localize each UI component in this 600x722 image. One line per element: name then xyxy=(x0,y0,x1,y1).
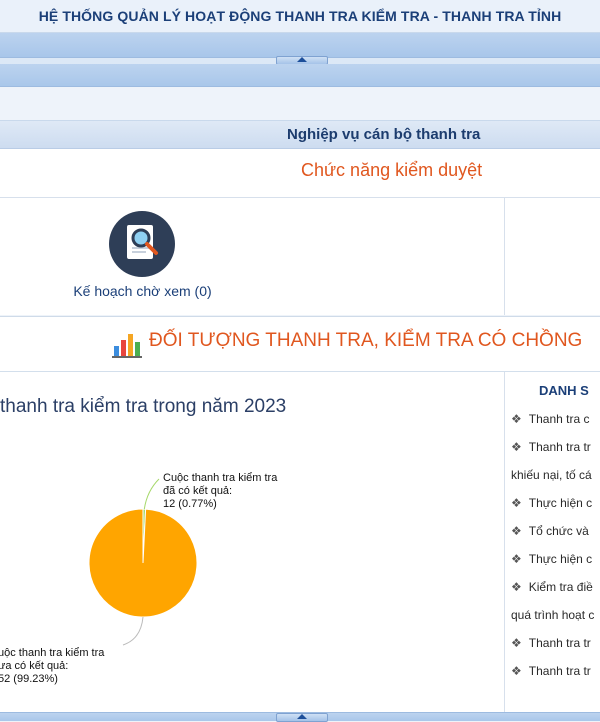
pie-label-line: 12 (0.77%) xyxy=(163,498,217,510)
list-item-text: Tổ chức và xyxy=(528,524,589,538)
document-search-icon xyxy=(127,225,158,259)
list-item-text: Thực hiện c xyxy=(528,496,593,510)
chart-title: thanh tra kiểm tra trong năm 2023 xyxy=(0,396,287,417)
pie-slice[interactable] xyxy=(88,508,198,618)
bullet-icon: ❖ xyxy=(511,496,522,510)
divider xyxy=(0,197,600,198)
pie-label-pending: uộc thanh tra kiểm tra ưa có kết quả: 52… xyxy=(0,647,104,686)
list-item[interactable]: ❖ Thanh tra c xyxy=(511,412,589,426)
list-item-text: Thanh tra tr xyxy=(528,664,591,678)
list-item[interactable]: ❖ Thanh tra tr xyxy=(511,440,591,454)
bar-chart-icon xyxy=(112,334,142,358)
pending-plan-card[interactable] xyxy=(109,211,175,277)
list-item[interactable]: ❖ Tổ chức và xyxy=(511,524,589,538)
functions-title: Chức năng kiểm duyệt xyxy=(301,160,483,180)
section-header: Nghiệp vụ cán bộ thanh tra xyxy=(0,121,600,149)
pie-label-line: 52 (99.23%) xyxy=(0,673,58,685)
app-title-bar: HỆ THỐNG QUẢN LÝ HOẠT ĐỘNG THANH TRA KIỂ… xyxy=(0,0,600,33)
bullet-icon: ❖ xyxy=(511,552,522,566)
list-item[interactable]: quá trình hoạt c xyxy=(511,608,594,622)
toolbar-band xyxy=(0,33,600,57)
section-title: Nghiệp vụ cán bộ thanh tra xyxy=(287,126,481,143)
app-title: HỆ THỐNG QUẢN LÝ HOẠT ĐỘNG THANH TRA KIỂ… xyxy=(38,8,562,24)
pie-connector xyxy=(143,478,160,510)
bullet-icon: ❖ xyxy=(511,440,522,454)
list-title: DANH S xyxy=(539,383,589,398)
bullet-icon: ❖ xyxy=(511,664,522,678)
sub-band xyxy=(0,88,600,121)
bullet-icon: ❖ xyxy=(511,412,522,426)
list-item-text: Kiểm tra điề xyxy=(528,580,593,594)
list-item[interactable]: ❖ Thanh tra tr xyxy=(511,664,591,678)
pie-label-line: ưa có kết quả: xyxy=(0,660,69,672)
list-item-text: khiếu nại, tố cá xyxy=(511,468,592,482)
pie-label-line: đã có kết quả: xyxy=(163,485,233,497)
bullet-icon: ❖ xyxy=(511,524,522,538)
list-item[interactable]: ❖ Thực hiện c xyxy=(511,496,592,510)
list-item[interactable]: ❖ Thực hiện c xyxy=(511,552,592,566)
pie-connector xyxy=(122,616,144,646)
pie-label-done: Cuộc thanh tra kiểm tra đã có kết quả: 1… xyxy=(163,472,277,511)
list-item[interactable]: khiếu nại, tố cá xyxy=(511,468,592,482)
divider xyxy=(504,198,505,315)
list-item-text: Thanh tra tr xyxy=(528,440,591,454)
menu-band xyxy=(0,64,600,87)
collapse-handle-bottom[interactable] xyxy=(276,713,328,722)
list-item-text: Thanh tra tr xyxy=(528,636,591,650)
caret-up-icon xyxy=(297,714,307,719)
list-item-text: Thực hiện c xyxy=(528,552,593,566)
list-item-text: quá trình hoạt c xyxy=(511,608,595,622)
list-item[interactable]: ❖ Kiểm tra điề xyxy=(511,580,593,594)
caret-up-icon xyxy=(297,57,307,62)
pie-label-line: Cuộc thanh tra kiểm tra xyxy=(163,472,278,484)
bullet-icon: ❖ xyxy=(511,580,522,594)
objects-title: ĐỐI TƯỢNG THANH TRA, KIỂM TRA CÓ CHỒNG xyxy=(149,330,583,351)
pie-label-line: uộc thanh tra kiểm tra xyxy=(0,647,105,659)
pending-plan-label[interactable]: Kế hoạch chờ xem (0) xyxy=(0,283,285,299)
bullet-icon: ❖ xyxy=(511,636,522,650)
list-item-text: Thanh tra c xyxy=(528,412,590,426)
list-item[interactable]: ❖ Thanh tra tr xyxy=(511,636,591,650)
